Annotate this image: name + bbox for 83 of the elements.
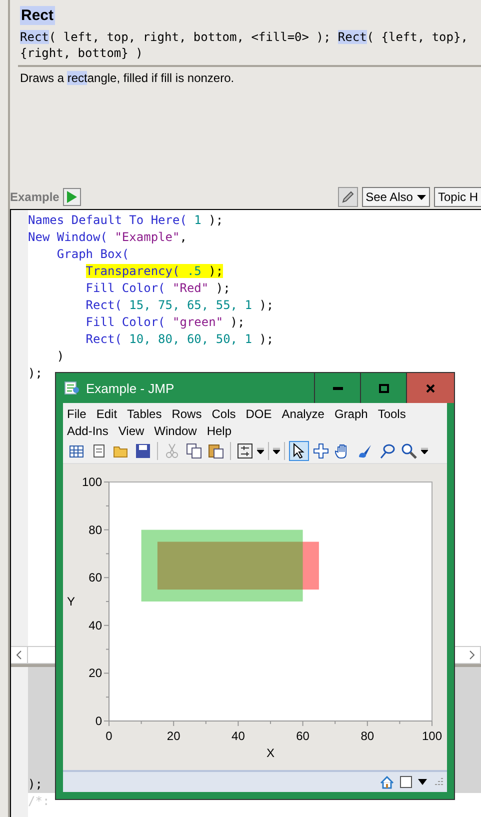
crosshair-icon xyxy=(313,443,329,459)
tick-label: 20 xyxy=(88,666,102,680)
settings-button[interactable] xyxy=(235,441,255,461)
home-icon xyxy=(380,776,394,788)
code-line: Names Default To Here( 1 ); xyxy=(28,213,224,227)
menu-item[interactable]: Tables xyxy=(127,406,162,420)
play-icon xyxy=(66,190,78,204)
menu-item[interactable]: Help xyxy=(206,424,232,438)
overflow-arrow-icon xyxy=(273,448,280,454)
search-icon xyxy=(401,443,417,459)
tick-label: 20 xyxy=(166,729,180,743)
description-text: Draws a rectangle, filled if fill is nonzero. xyxy=(20,71,236,85)
menu-item[interactable]: File xyxy=(67,406,86,420)
close-button[interactable] xyxy=(406,373,454,403)
menu-item[interactable]: Window xyxy=(154,424,197,438)
document-icon xyxy=(91,443,107,459)
dropdown-arrow-icon xyxy=(416,194,426,200)
menu-item[interactable]: Rows xyxy=(172,406,202,420)
overflow-arrow-icon xyxy=(421,448,428,454)
example-label: Example xyxy=(10,190,60,204)
tick-label: 40 xyxy=(88,618,102,632)
tool-button[interactable] xyxy=(311,441,331,461)
tick-label: 60 xyxy=(296,729,310,743)
menu-item[interactable]: Tools xyxy=(378,406,406,420)
scissors-icon xyxy=(164,443,180,459)
code-line: Fill Color( "Red" ); xyxy=(86,281,230,295)
lasso-icon xyxy=(379,443,395,459)
tick-label: 80 xyxy=(360,729,374,743)
run-button[interactable] xyxy=(63,188,82,206)
tick-label: 0 xyxy=(106,729,112,743)
checkbox[interactable] xyxy=(400,776,412,788)
pencil-icon xyxy=(340,190,355,204)
syntax-text: Rect( left, top, right, bottom, <fill=0> ); Rect( {left, top}, {right, bottom} ) xyxy=(20,29,469,61)
resize-grip-icon xyxy=(433,777,443,787)
tool-button[interactable] xyxy=(289,441,309,461)
code-line: New Window( "Example", xyxy=(28,230,187,244)
tick-label: 0 xyxy=(95,714,102,728)
copy-button[interactable] xyxy=(184,441,204,461)
menu-item[interactable]: Add-Ins xyxy=(67,424,108,438)
tick-label: 80 xyxy=(88,522,102,537)
menu-item[interactable]: Analyze xyxy=(282,406,324,420)
edit-button[interactable] xyxy=(338,187,358,207)
tick-label: 100 xyxy=(422,729,442,743)
code-line: Graph Box( xyxy=(56,247,130,261)
tick-label: 40 xyxy=(232,729,245,743)
topic-title: Rect xyxy=(20,6,55,25)
sliders-icon xyxy=(237,443,253,459)
clipboard-icon xyxy=(208,443,224,459)
save-button[interactable] xyxy=(133,441,153,461)
topic-button[interactable]: Topic H xyxy=(434,187,481,207)
tool-button[interactable] xyxy=(399,441,419,461)
menu-item[interactable]: Graph xyxy=(334,406,368,420)
menu-item[interactable]: Edit xyxy=(96,406,118,420)
maximize-icon xyxy=(378,384,388,392)
app-icon xyxy=(64,381,80,395)
axis-title: Y xyxy=(67,594,75,608)
code-line: Fill Color( "green" ); xyxy=(86,315,245,329)
save-icon xyxy=(135,443,151,459)
dropdown-arrow-icon xyxy=(418,779,427,785)
code-line: Rect( 15, 75, 65, 55, 1 ); xyxy=(86,298,274,312)
code-line: Rect( 10, 80, 60, 50, 1 ); xyxy=(86,332,274,346)
copy-icon xyxy=(186,443,202,459)
minimize-icon xyxy=(332,386,342,390)
code-line: /*: xyxy=(28,794,50,808)
code-line: ) xyxy=(56,349,64,363)
tick-label: 100 xyxy=(82,475,102,489)
menu-item[interactable]: DOE xyxy=(246,406,272,420)
chevron-right-icon xyxy=(469,650,475,660)
code-line: Transparency( .5 ); xyxy=(86,264,224,278)
menu-item[interactable]: Cols xyxy=(212,406,236,420)
window-title: Example - JMP xyxy=(86,380,176,396)
menu-item[interactable]: View xyxy=(118,424,144,438)
overflow-arrow-icon xyxy=(257,448,264,454)
axis-title: X xyxy=(266,746,274,760)
close-icon xyxy=(426,384,435,392)
tick-label: 60 xyxy=(88,570,102,585)
brush-icon xyxy=(357,443,373,459)
code-line: ); xyxy=(28,776,42,793)
code-line: ); xyxy=(28,366,42,380)
chevron-left-icon xyxy=(16,650,22,660)
pointer-icon xyxy=(293,443,305,459)
see-also-dropdown[interactable]: See Also xyxy=(362,187,430,207)
grid-icon xyxy=(69,443,85,459)
